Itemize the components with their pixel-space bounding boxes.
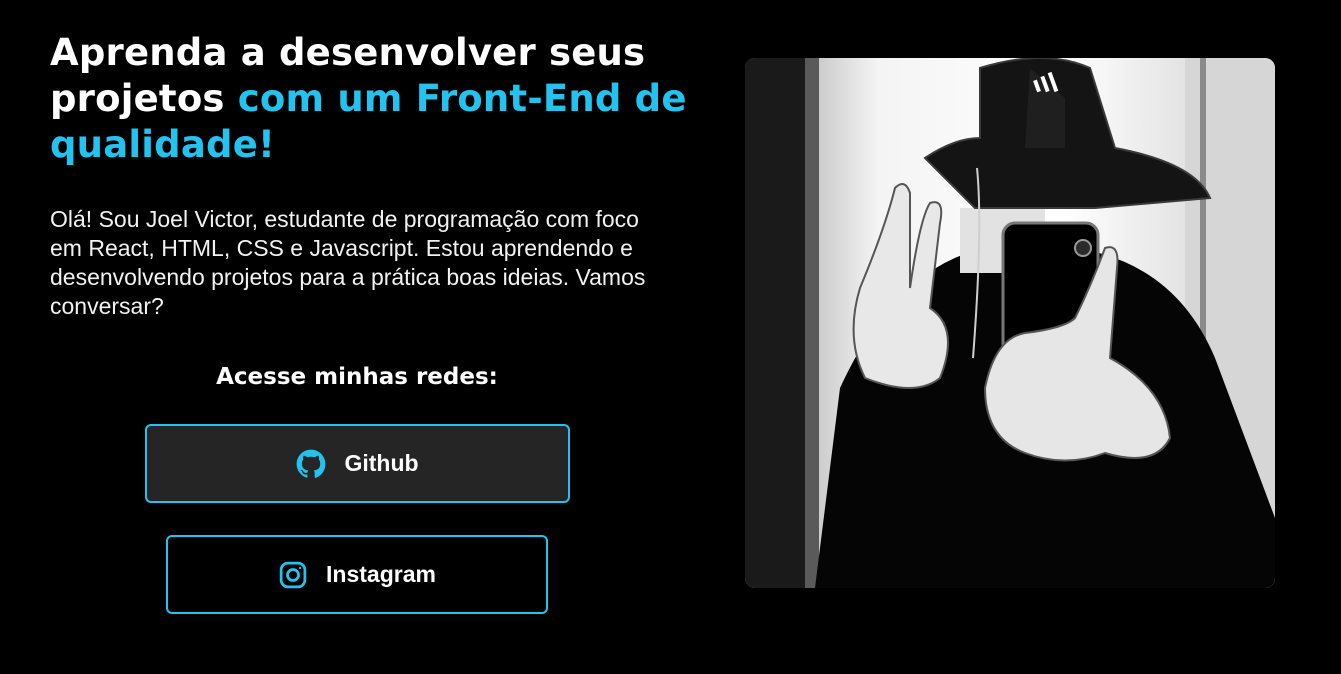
profile-illustration — [745, 58, 1275, 588]
github-icon — [296, 449, 326, 479]
instagram-button[interactable]: Instagram — [166, 535, 548, 614]
github-button[interactable]: Github — [145, 424, 570, 503]
landing-page: Aprenda a desenvolver seus projetos com … — [0, 0, 1341, 674]
github-button-label: Github — [344, 450, 419, 476]
bio-text: Olá! Sou Joel Victor, estudante de progr… — [50, 206, 646, 319]
instagram-button-label: Instagram — [326, 561, 436, 587]
networks-title: Acesse minhas redes: — [216, 364, 498, 390]
hero-headline: Aprenda a desenvolver seus projetos com … — [50, 30, 690, 168]
profile-illustration-art — [745, 58, 1275, 588]
instagram-icon — [278, 560, 308, 590]
